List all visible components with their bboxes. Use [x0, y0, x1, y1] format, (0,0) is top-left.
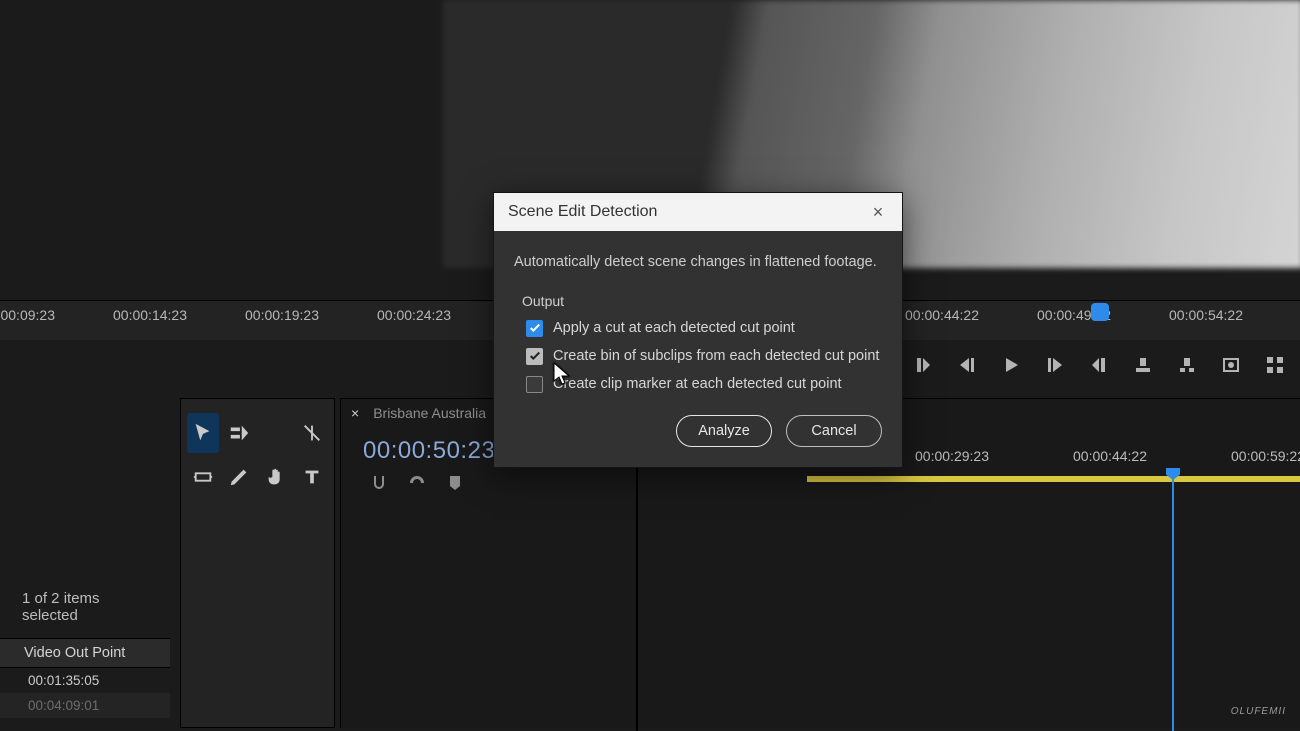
close-icon[interactable]: × [868, 202, 888, 222]
table-row[interactable]: 00:04:09:01 [0, 693, 170, 718]
work-area-bar[interactable] [807, 476, 1300, 482]
type-tool[interactable] [296, 457, 328, 497]
add-marker-icon[interactable] [445, 473, 465, 498]
output-label: Output [522, 293, 882, 309]
lift-icon[interactable] [1132, 354, 1154, 376]
timeline-divider [636, 440, 638, 731]
step-back-icon[interactable] [956, 354, 978, 376]
ruler-tick: 00:00:44:22 [1073, 448, 1147, 464]
razor-tool[interactable] [296, 413, 328, 453]
checkbox-label: Apply a cut at each detected cut point [553, 319, 795, 337]
program-playhead[interactable] [1091, 303, 1109, 321]
tools-panel [180, 398, 335, 728]
selection-count: 1 of 2 items selected [0, 582, 170, 638]
selection-tool[interactable] [187, 413, 219, 453]
play-icon[interactable] [1000, 354, 1022, 376]
timeline-toolbar [341, 469, 1300, 498]
ruler-tick: 00:00:59:22 [1231, 448, 1300, 464]
sequence-playhead[interactable] [1172, 468, 1174, 731]
ruler-tick: 00:00:09:23 [0, 307, 55, 323]
checkbox-label: Create bin of subclips from each detecte… [553, 347, 879, 365]
dialog-description: Automatically detect scene changes in fl… [514, 253, 882, 273]
snap-icon[interactable] [369, 473, 389, 498]
track-select-forward-tool[interactable] [223, 413, 255, 453]
checkbox-create-marker[interactable] [526, 376, 543, 393]
column-header-video-out[interactable]: Video Out Point [0, 638, 170, 668]
export-frame-icon[interactable] [1220, 354, 1242, 376]
scene-edit-detection-dialog: Scene Edit Detection × Automatically det… [493, 192, 903, 468]
slip-tool[interactable] [187, 457, 219, 497]
ruler-tick: 00:00:44:22 [905, 307, 979, 323]
sequence-tab[interactable]: Brisbane Australia [373, 405, 486, 421]
pen-tool[interactable] [223, 457, 255, 497]
hand-tool[interactable] [260, 457, 292, 497]
table-row[interactable]: 00:01:35:05 [0, 668, 170, 693]
dialog-title: Scene Edit Detection [508, 203, 657, 221]
checkbox-apply-cut[interactable] [526, 320, 543, 337]
checkbox-label: Create clip marker at each detected cut … [553, 375, 842, 393]
button-editor-icon[interactable] [1264, 354, 1286, 376]
ruler-tick: 00:00:24:23 [377, 307, 451, 323]
watermark: OLUFEMII [1231, 706, 1286, 717]
step-forward-icon[interactable] [1044, 354, 1066, 376]
ripple-edit-tool[interactable] [260, 413, 292, 453]
project-panel-strip: 1 of 2 items selected Video Out Point 00… [0, 582, 170, 718]
dialog-titlebar[interactable]: Scene Edit Detection × [494, 193, 902, 231]
mark-in-icon[interactable] [912, 354, 934, 376]
ruler-tick: 00:00:29:23 [915, 448, 989, 464]
mark-out-icon[interactable] [1088, 354, 1110, 376]
ruler-tick: 00:00:14:23 [113, 307, 187, 323]
extract-icon[interactable] [1176, 354, 1198, 376]
ruler-tick: 00:00:19:23 [245, 307, 319, 323]
checkbox-create-bin[interactable] [526, 348, 543, 365]
analyze-button[interactable]: Analyze [676, 415, 772, 447]
linked-selection-icon[interactable] [407, 473, 427, 498]
ruler-tick: 00:00:54:22 [1169, 307, 1243, 323]
close-icon[interactable]: × [351, 405, 359, 421]
cancel-button[interactable]: Cancel [786, 415, 882, 447]
